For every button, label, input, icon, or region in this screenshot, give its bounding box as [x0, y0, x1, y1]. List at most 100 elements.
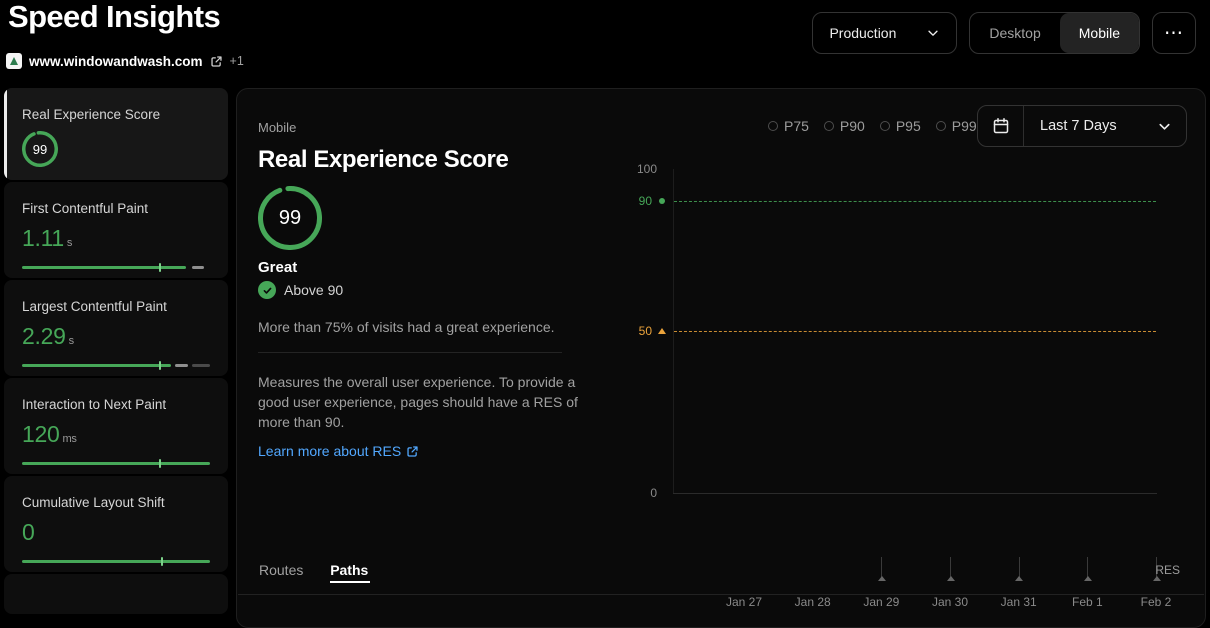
sidebar-metric-card[interactable]: [4, 574, 228, 614]
device-toggle-mobile[interactable]: Mobile: [1060, 13, 1139, 53]
metric-value: 0: [22, 519, 210, 546]
check-icon: [258, 281, 276, 299]
learn-more-link[interactable]: Learn more about RES: [258, 443, 419, 459]
percentile-label: P75: [784, 118, 809, 134]
metric-value: 120ms: [22, 421, 210, 448]
metric-range-bar: [22, 263, 210, 272]
x-axis-tick: Jan 27: [709, 595, 779, 609]
bar-value-tick: [159, 361, 161, 370]
metric-unit: ms: [62, 433, 76, 445]
site-selector[interactable]: www.windowandwash.com +1: [6, 52, 244, 70]
percentile-options: P75 P90 P95 P99: [768, 118, 977, 134]
environment-label: Production: [829, 25, 896, 41]
radio-icon: [936, 121, 946, 131]
site-favicon: [6, 53, 22, 69]
metric-label: Interaction to Next Paint: [22, 397, 210, 412]
metric-unit: s: [69, 335, 74, 347]
external-link-icon: [210, 55, 223, 68]
sidebar-metric-card[interactable]: Real Experience Score 99: [4, 88, 228, 180]
bar-segment: [175, 364, 188, 367]
metric-value: 2.29s: [22, 323, 210, 350]
radio-icon: [824, 121, 834, 131]
tab-routes[interactable]: Routes: [259, 562, 303, 578]
threshold-row: Above 90: [258, 281, 343, 299]
y-axis-tick: 100: [612, 162, 657, 176]
tab-paths[interactable]: Paths: [330, 562, 368, 578]
environment-dropdown[interactable]: Production: [812, 12, 957, 54]
site-domain: www.windowandwash.com: [29, 54, 203, 69]
percentile-option-p90[interactable]: P90: [824, 118, 865, 134]
chevron-down-icon: [1157, 119, 1186, 134]
percentile-option-p95[interactable]: P95: [880, 118, 921, 134]
y-axis-tick: 90: [612, 194, 652, 208]
main-panel: Mobile Real Experience Score 99 Great Ab…: [236, 88, 1206, 628]
percentile-label: P90: [840, 118, 865, 134]
metric-range-bar: [22, 557, 210, 566]
metric-label: Real Experience Score: [22, 107, 210, 122]
deployment-marker-icon: [1084, 576, 1092, 581]
date-range-label: Last 7 Days: [1024, 118, 1157, 134]
metric-range-bar: [22, 459, 210, 468]
page-title: Speed Insights: [8, 0, 220, 38]
bar-value-tick: [161, 557, 163, 566]
active-tab-underline: [330, 581, 370, 583]
sidebar-metric-card[interactable]: First Contentful Paint1.11s: [4, 182, 228, 278]
external-link-icon: [406, 445, 419, 458]
bar-segment: [22, 364, 171, 367]
deployment-marker-icon: [947, 576, 955, 581]
reference-dot-icon: [659, 198, 665, 204]
site-extra-count[interactable]: +1: [230, 54, 244, 68]
y-axis-tick: 0: [612, 486, 657, 500]
device-label: Mobile: [258, 120, 296, 135]
rating-label: Great: [258, 259, 297, 276]
divider: [258, 352, 562, 353]
date-range-picker[interactable]: Last 7 Days: [977, 105, 1187, 147]
x-axis-tick: Jan 30: [915, 595, 985, 609]
reference-triangle-icon: [658, 328, 666, 334]
radio-icon: [880, 121, 890, 131]
metric-label: Largest Contentful Paint: [22, 299, 210, 314]
percentile-option-p99[interactable]: P99: [936, 118, 977, 134]
radio-icon: [768, 121, 778, 131]
reference-line-50: [674, 331, 1156, 332]
metric-range-bar: [22, 361, 210, 370]
bar-segment: [192, 364, 210, 367]
percentile-label: P99: [952, 118, 977, 134]
description-text: Measures the overall user experience. To…: [258, 372, 592, 432]
device-toggle-desktop[interactable]: Desktop: [970, 13, 1059, 53]
x-axis-tick: Feb 1: [1052, 595, 1122, 609]
chart-x-axis: [673, 493, 1157, 494]
x-axis-tick: Jan 28: [778, 595, 848, 609]
device-toggle: DesktopMobile: [969, 12, 1140, 54]
metric-label: First Contentful Paint: [22, 201, 210, 216]
sidebar-metric-card[interactable]: Interaction to Next Paint 120ms: [4, 378, 228, 474]
score-ring: 99: [258, 186, 322, 250]
chevron-down-icon: [926, 26, 940, 40]
sidebar-metric-card[interactable]: Largest Contentful Paint 2.29s: [4, 280, 228, 376]
score-value: 99: [258, 186, 322, 250]
y-axis-tick: 50: [612, 324, 652, 338]
percentile-option-p75[interactable]: P75: [768, 118, 809, 134]
x-axis-tick: Feb 2: [1121, 595, 1191, 609]
sidebar-metric-card[interactable]: Cumulative Layout Shift 0: [4, 476, 228, 572]
metric-label: Cumulative Layout Shift: [22, 495, 210, 510]
percentile-label: P95: [896, 118, 921, 134]
summary-text: More than 75% of visits had a great expe…: [258, 319, 555, 335]
table-column-res: RES: [1155, 563, 1180, 577]
x-axis-tick: Jan 29: [846, 595, 916, 609]
calendar-icon[interactable]: [978, 106, 1023, 146]
learn-more-label: Learn more about RES: [258, 443, 401, 459]
bar-segment: [22, 462, 210, 465]
x-axis-tick: Jan 31: [984, 595, 1054, 609]
deployment-marker-icon: [878, 576, 886, 581]
header-controls: Production DesktopMobile ⋯: [812, 12, 1196, 54]
bar-value-tick: [159, 263, 161, 272]
metric-unit: s: [67, 237, 72, 249]
bar-value-tick: [159, 459, 161, 468]
more-options-button[interactable]: ⋯: [1152, 12, 1196, 54]
deployment-marker-icon: [1015, 576, 1023, 581]
metrics-sidebar: Real Experience Score 99First Contentful…: [4, 88, 228, 616]
bar-segment: [22, 560, 210, 563]
reference-line-90: [674, 201, 1156, 202]
metric-title: Real Experience Score: [258, 146, 508, 174]
